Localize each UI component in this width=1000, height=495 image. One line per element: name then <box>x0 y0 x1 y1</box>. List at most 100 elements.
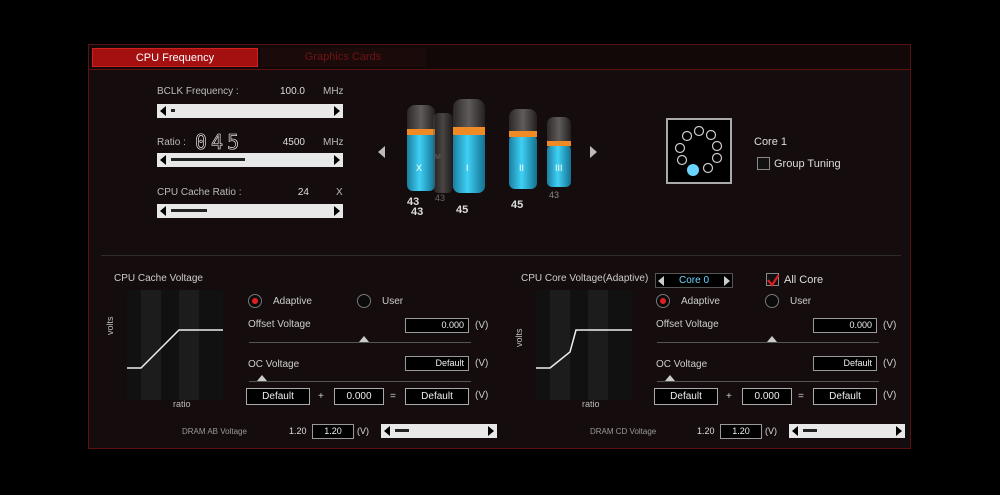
cache-ratio-slider[interactable] <box>157 204 343 218</box>
cache-user-label: User <box>382 296 404 307</box>
core-name-label: Core 1 <box>754 136 788 148</box>
core-sum-unit: (V) <box>883 390 897 401</box>
tab-graphics-cards[interactable]: Graphics Cards <box>260 48 426 67</box>
core-adaptive-label: Adaptive <box>681 296 720 307</box>
dram-cd-value: 1.20 <box>697 426 715 436</box>
dram-cd-slider[interactable] <box>789 424 905 438</box>
group-tuning-label: Group Tuning <box>774 158 841 170</box>
voltage-curve-icon <box>536 290 632 400</box>
core-oc-input[interactable]: Default <box>813 356 877 371</box>
core-equals: = <box>798 391 804 402</box>
core-voltage-title: CPU Core Voltage(Adaptive) <box>521 273 649 284</box>
core-offset-label: Offset Voltage <box>656 319 719 330</box>
ratio-display: 045 <box>195 130 244 155</box>
tab-bar: CPU Frequency Graphics Cards <box>89 45 910 70</box>
slider-right-arrow-icon[interactable] <box>488 426 494 436</box>
all-core-checkbox[interactable] <box>766 272 781 287</box>
slider-right-arrow-icon[interactable] <box>334 206 340 216</box>
cache-voltage-title: CPU Cache Voltage <box>114 273 203 284</box>
slider-right-arrow-icon[interactable] <box>334 106 340 116</box>
bclk-label: BCLK Frequency : <box>157 86 239 97</box>
slider-fill <box>171 158 245 161</box>
core-x-label: ratio <box>582 399 600 409</box>
dram-ab-input[interactable]: 1.20 <box>312 424 354 439</box>
core-offset-slider-handle[interactable] <box>767 336 777 342</box>
group-tuning-checkbox[interactable] <box>757 157 770 170</box>
core-oc-slider-handle[interactable] <box>665 375 675 381</box>
voltage-curve-icon <box>127 290 223 400</box>
cache-user-radio[interactable] <box>357 294 371 308</box>
dram-ab-value: 1.20 <box>289 426 307 436</box>
core-ratio-label: 43 <box>549 190 559 200</box>
core-sum-result: Default <box>813 388 877 405</box>
core-ratio-label: 43 <box>435 193 445 203</box>
slider-left-arrow-icon[interactable] <box>792 426 798 436</box>
cache-sum-offset[interactable]: 0.000 <box>334 388 384 405</box>
dram-cd-label: DRAM CD Voltage <box>590 427 657 436</box>
core-oc-unit: (V) <box>883 358 897 369</box>
cache-oc-label: OC Voltage <box>248 359 300 370</box>
cache-offset-track <box>249 342 471 343</box>
core-cylinders-icon: X M I II III 43 43 43 45 45 43 <box>407 99 571 218</box>
cache-sum-base[interactable]: Default <box>246 388 310 405</box>
slider-left-arrow-icon[interactable] <box>160 155 166 165</box>
checkmark-icon <box>767 272 781 287</box>
core-offset-track <box>657 342 879 343</box>
ratio-label: Ratio : <box>157 137 186 148</box>
ratio-unit: MHz <box>323 137 344 148</box>
cache-offset-slider-handle[interactable] <box>359 336 369 342</box>
core-prev-arrow-icon[interactable] <box>378 146 385 158</box>
slider-left-arrow-icon[interactable] <box>384 426 390 436</box>
tab-cpu-frequency[interactable]: CPU Frequency <box>92 48 258 67</box>
cache-adaptive-radio[interactable] <box>248 294 262 308</box>
core-plus: + <box>726 391 732 402</box>
dram-ab-slider[interactable] <box>381 424 497 438</box>
core-next-arrow-icon[interactable] <box>590 146 597 158</box>
section-divider <box>101 255 901 256</box>
core-name: X <box>416 163 422 173</box>
slider-fill <box>171 209 207 212</box>
slider-right-arrow-icon[interactable] <box>334 155 340 165</box>
cache-sum-unit: (V) <box>475 390 489 401</box>
cache-adaptive-label: Adaptive <box>273 296 312 307</box>
core-sum-offset[interactable]: 0.000 <box>742 388 792 405</box>
core-name: III <box>555 163 563 173</box>
bclk-unit: MHz <box>323 86 344 97</box>
cache-equals: = <box>390 391 396 402</box>
cache-plus: + <box>318 391 324 402</box>
cache-voltage-graph <box>127 290 223 400</box>
slider-left-arrow-icon[interactable] <box>160 206 166 216</box>
slider-left-arrow-icon[interactable] <box>160 106 166 116</box>
ratio-slider[interactable] <box>157 153 343 167</box>
cache-oc-track <box>249 381 471 382</box>
core-offset-input[interactable]: 0.000 <box>813 318 877 333</box>
core-dial[interactable] <box>666 118 732 184</box>
core-name: M <box>435 154 441 161</box>
cache-sum-result: Default <box>405 388 469 405</box>
core-select-next-icon[interactable] <box>724 276 730 286</box>
dram-cd-input[interactable]: 1.20 <box>720 424 762 439</box>
core-ratio-label: 43 <box>411 206 423 218</box>
dram-ab-unit: (V) <box>357 426 369 436</box>
slider-fill <box>395 429 409 432</box>
core-select-value: Core 0 <box>678 275 709 286</box>
cache-oc-slider-handle[interactable] <box>257 375 267 381</box>
core-sum-base[interactable]: Default <box>654 388 718 405</box>
core-name: I <box>466 163 469 173</box>
settings-panel: CPU Frequency Graphics Cards BCLK Freque… <box>88 44 911 449</box>
core-user-radio[interactable] <box>765 294 779 308</box>
core-y-label: volts <box>514 328 524 347</box>
core-adaptive-radio[interactable] <box>656 294 670 308</box>
core-select-dropdown[interactable]: Core 0 <box>655 273 733 288</box>
cache-ratio-unit: X <box>336 187 343 198</box>
cache-oc-input[interactable]: Default <box>405 356 469 371</box>
slider-right-arrow-icon[interactable] <box>896 426 902 436</box>
core-name: II <box>519 163 524 173</box>
core-oc-track <box>657 381 879 382</box>
cache-offset-label: Offset Voltage <box>248 319 311 330</box>
cache-offset-input[interactable]: 0.000 <box>405 318 469 333</box>
dram-ab-label: DRAM AB Voltage <box>182 427 247 436</box>
ratio-value: 4500 <box>282 137 305 148</box>
cache-x-label: ratio <box>173 399 191 409</box>
bclk-slider[interactable] <box>157 104 343 118</box>
